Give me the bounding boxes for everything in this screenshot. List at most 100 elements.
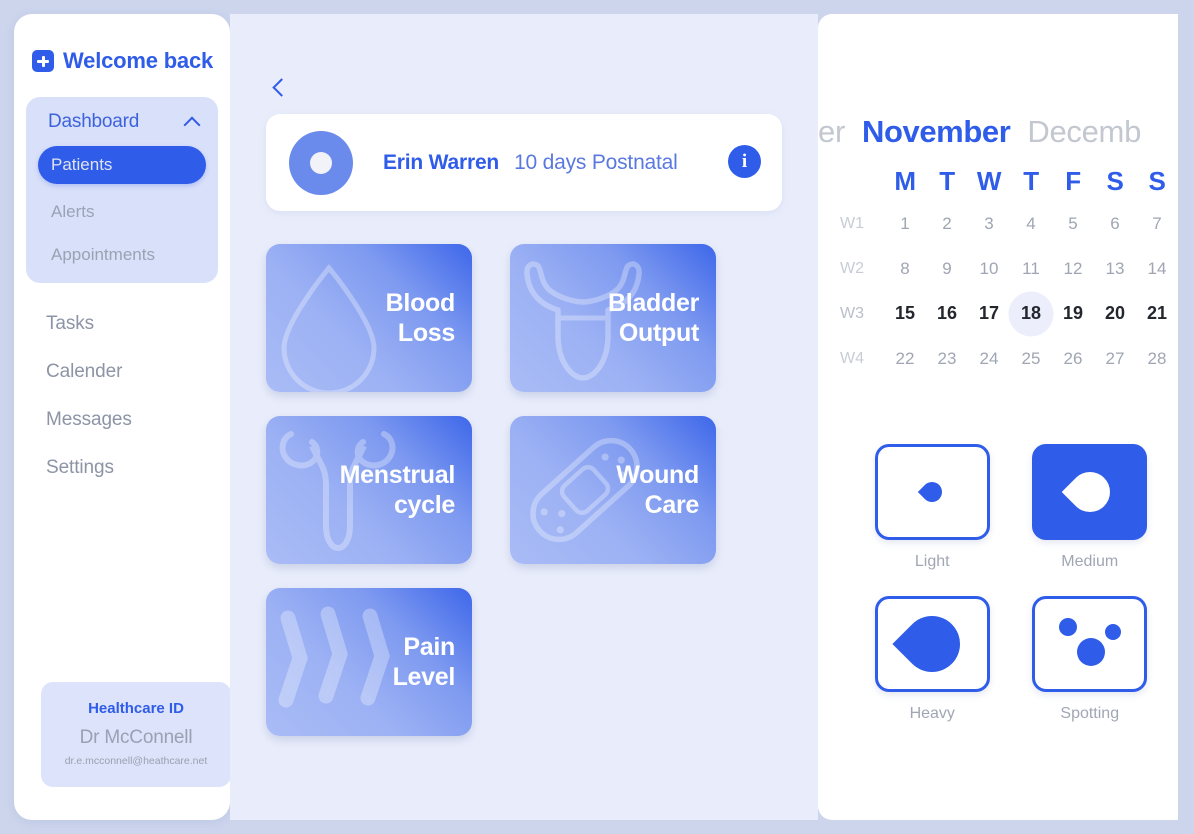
app-root: Welcome back Dashboard Patients Alerts A… [0, 0, 1194, 834]
calendar-day[interactable]: 24 [968, 349, 1010, 369]
sidebar-item-label: Settings [46, 457, 114, 478]
tile-label: Menstrual cycle [340, 460, 472, 521]
chevron-left-icon[interactable] [270, 78, 290, 98]
month-next[interactable]: Decemb [1027, 114, 1141, 150]
calendar-day-selected[interactable]: 18 [1008, 291, 1054, 336]
tile-pain-level[interactable]: Pain Level [266, 588, 472, 736]
week-label: W4 [840, 349, 864, 367]
plus-icon [32, 50, 54, 72]
calendar-day[interactable]: 6 [1094, 214, 1136, 234]
metric-tile-grid: Blood Loss Bladder Output Menstrual cycl… [266, 244, 786, 760]
sidebar-item-tasks[interactable]: Tasks [46, 313, 230, 335]
calendar-day[interactable]: 15 [884, 303, 926, 324]
flow-option-light[interactable]: Light [866, 444, 999, 571]
sidebar: Welcome back Dashboard Patients Alerts A… [14, 14, 231, 820]
sidebar-item-patients[interactable]: Patients [38, 146, 206, 184]
tile-menstrual-cycle[interactable]: Menstrual cycle [266, 416, 472, 564]
sidebar-item-label: Messages [46, 409, 132, 430]
tile-label: Wound Care [616, 460, 716, 521]
calendar-day[interactable]: 14 [1136, 259, 1178, 279]
flow-option-label: Spotting [1060, 705, 1120, 722]
tile-wound-care[interactable]: Wound Care [510, 416, 716, 564]
tile-label-line2: cycle [393, 491, 455, 519]
calendar-day[interactable]: 27 [1094, 349, 1136, 369]
chevron-up-icon[interactable] [184, 114, 200, 130]
sidebar-item-label: Calender [46, 361, 123, 382]
flow-option-box[interactable] [874, 596, 990, 692]
flow-option-medium[interactable]: Medium [1024, 444, 1157, 571]
calendar-day[interactable]: 11 [1010, 259, 1052, 279]
dashboard-header[interactable]: Dashboard [26, 111, 218, 133]
calendar-panel: er November Decemb M T W T F S S W1 1 2 … [818, 14, 1178, 820]
sidebar-item-appointments[interactable]: Appointments [26, 245, 218, 265]
dashboard-nav-card: Dashboard Patients Alerts Appointments [26, 97, 218, 283]
calendar-dow-row: M T W T F S S [840, 166, 1178, 197]
healthcare-id-email: dr.e.mcconnell@heathcare.net [64, 755, 208, 767]
flow-option-label: Medium [1061, 553, 1119, 570]
calendar-day[interactable]: 26 [1052, 349, 1094, 369]
avatar-inner [310, 151, 332, 174]
tile-label-line2: Loss [397, 319, 455, 347]
dow-thu: T [1023, 166, 1039, 196]
flow-option-spotting[interactable]: Spotting [1024, 596, 1157, 723]
calendar-day[interactable]: 10 [968, 259, 1010, 279]
sidebar-item-label: Appointments [51, 245, 155, 264]
flow-option-heavy[interactable]: Heavy [866, 596, 999, 723]
tile-row: Blood Loss Bladder Output [266, 244, 786, 392]
calendar-day[interactable]: 19 [1052, 303, 1094, 324]
sidebar-main-nav: Tasks Calender Messages Settings [14, 313, 230, 479]
calendar-day[interactable]: 21 [1136, 303, 1178, 324]
dow-mon: M [894, 166, 916, 196]
tile-label-line1: Wound [616, 460, 699, 489]
month-switcher[interactable]: er November Decemb [818, 114, 1178, 150]
healthcare-id-card[interactable]: Healthcare ID Dr McConnell dr.e.mcconnel… [41, 682, 231, 787]
info-icon[interactable]: i [728, 145, 761, 178]
calendar-day[interactable]: 22 [884, 349, 926, 369]
calendar-day[interactable]: 1 [884, 214, 926, 234]
tile-label-line1: Menstrual [339, 460, 456, 489]
calendar-day[interactable]: 28 [1136, 349, 1178, 369]
month-previous[interactable]: er [818, 114, 845, 150]
calendar-day[interactable]: 16 [926, 303, 968, 324]
tile-label: Bladder Output [608, 288, 716, 349]
flow-option-box[interactable] [1032, 444, 1148, 540]
sidebar-item-calender[interactable]: Calender [46, 361, 230, 383]
flow-option-box[interactable] [874, 444, 990, 540]
calendar-week-row: W2 8 9 10 11 12 13 14 [840, 246, 1178, 291]
calendar-day[interactable]: 23 [926, 349, 968, 369]
tile-label-line2: Level [392, 663, 456, 691]
calendar-day[interactable]: 25 [1010, 349, 1052, 369]
drop-medium-icon [1061, 463, 1119, 521]
calendar-day[interactable]: 3 [968, 214, 1010, 234]
flow-option-box[interactable] [1032, 596, 1148, 692]
week-label: W2 [840, 259, 864, 277]
tile-label: Blood Loss [386, 288, 472, 349]
week-label: W3 [840, 304, 864, 322]
calendar-day[interactable]: 12 [1052, 259, 1094, 279]
drop-small-icon [918, 477, 947, 507]
tile-label-line1: Blood [385, 288, 456, 317]
calendar-day[interactable]: 2 [926, 214, 968, 234]
tile-blood-loss[interactable]: Blood Loss [266, 244, 472, 392]
sidebar-item-settings[interactable]: Settings [46, 457, 230, 479]
sidebar-item-messages[interactable]: Messages [46, 409, 230, 431]
calendar-day[interactable]: 4 [1010, 214, 1052, 234]
calendar-day[interactable]: 8 [884, 259, 926, 279]
sidebar-item-label: Patients [51, 155, 113, 174]
calendar-day[interactable]: 9 [926, 259, 968, 279]
info-icon-label: i [741, 150, 748, 172]
tile-label: Pain Level [393, 632, 472, 693]
week-label: W1 [840, 214, 864, 232]
sidebar-item-alerts[interactable]: Alerts [26, 202, 218, 222]
calendar-day[interactable]: 13 [1094, 259, 1136, 279]
flow-level-selector: Light Medium Heavy Spotting [866, 444, 1156, 723]
calendar-day[interactable]: 7 [1136, 214, 1178, 234]
calendar-day[interactable]: 5 [1052, 214, 1094, 234]
tile-row: Menstrual cycle Wound Care [266, 416, 786, 564]
calendar-day[interactable]: 20 [1094, 303, 1136, 324]
tile-label-line1: Bladder [608, 288, 699, 317]
tile-bladder-output[interactable]: Bladder Output [510, 244, 716, 392]
calendar-day[interactable]: 17 [968, 303, 1010, 324]
calendar-week-row-active: W3 15 16 17 18 19 20 21 [840, 291, 1178, 336]
patient-summary-card[interactable]: Erin Warren 10 days Postnatal i [266, 114, 782, 211]
